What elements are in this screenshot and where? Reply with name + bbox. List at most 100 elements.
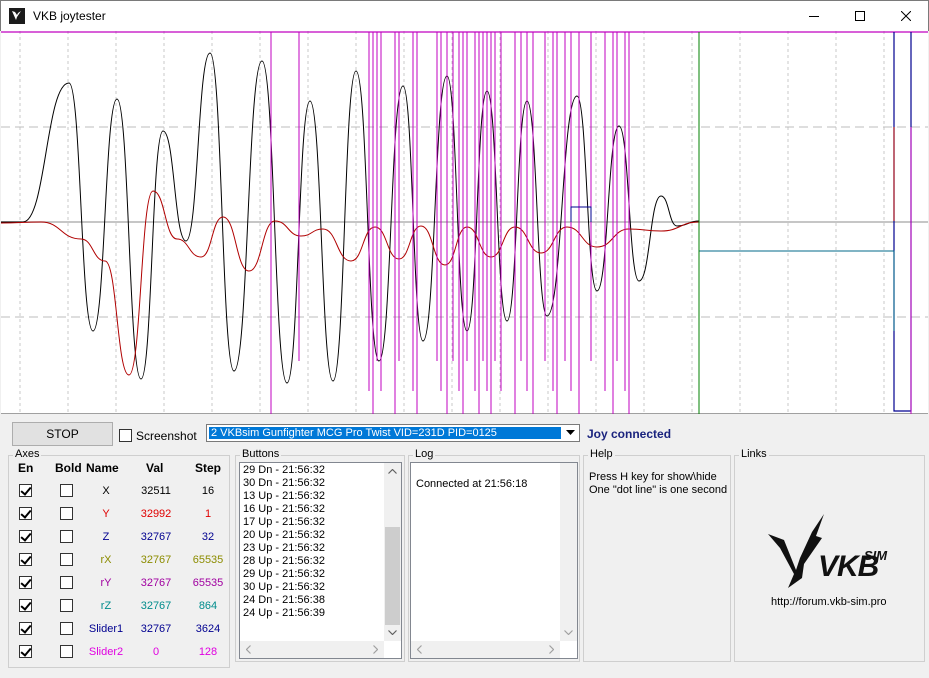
chevron-right-icon	[373, 645, 378, 654]
button-event-line: 13 Up - 21:56:32	[243, 490, 325, 502]
vkb-logo[interactable]: VKB SIM	[766, 512, 896, 592]
axes-plot	[0, 31, 928, 414]
maximize-icon	[855, 11, 865, 21]
axis-value: 32992	[140, 508, 172, 520]
device-select-value: 2 VKBsim Gunfighter MCG Pro Twist VID=23…	[208, 426, 562, 440]
connection-status: Joy connected	[587, 427, 672, 441]
button-event-line: 30 Dn - 21:56:32	[243, 477, 325, 489]
axis-value: 32767	[140, 600, 172, 612]
help-line-1: Press H key for show\hide	[589, 471, 717, 483]
axis-bold-checkbox[interactable]	[60, 507, 73, 520]
chevron-down-icon	[566, 430, 575, 435]
chevron-right-icon	[549, 645, 554, 654]
chevron-down-icon	[388, 630, 397, 635]
axis-step: 65535	[192, 554, 224, 566]
forum-link[interactable]: http://forum.vkb-sim.pro	[771, 596, 887, 608]
axis-enable-checkbox[interactable]	[19, 530, 32, 543]
button-event-line: 24 Dn - 21:56:38	[243, 594, 325, 606]
axis-bold-checkbox[interactable]	[60, 645, 73, 658]
button-event-line: 23 Up - 21:56:32	[243, 542, 325, 554]
y-axis-trace	[0, 190, 700, 376]
axis-name: Y	[102, 508, 110, 520]
axis-bold-checkbox[interactable]	[60, 553, 73, 566]
axes-header-val: Val	[146, 461, 164, 475]
axis-step: 16	[201, 485, 215, 497]
x-axis-trace	[1, 52, 700, 384]
axes-group-title: Axes	[13, 448, 42, 460]
axis-value: 32767	[140, 531, 172, 543]
window-title: VKB joytester	[33, 9, 106, 23]
log-vertical-scrollbar[interactable]	[560, 463, 577, 641]
buttons-group-title: Buttons	[240, 448, 282, 460]
axis-bold-checkbox[interactable]	[60, 599, 73, 612]
button-event-line: 17 Up - 21:56:32	[243, 516, 325, 528]
axis-value: 32767	[140, 554, 172, 566]
axis-step: 1	[204, 508, 212, 520]
plot-traces	[0, 31, 928, 414]
axis-bold-checkbox[interactable]	[60, 576, 73, 589]
screenshot-label: Screenshot	[136, 429, 197, 443]
vkb-logo-sub-text: SIM	[864, 548, 888, 563]
axis-step: 864	[198, 600, 218, 612]
button-event-line: 29 Dn - 21:56:32	[243, 464, 325, 476]
axis-enable-checkbox[interactable]	[19, 553, 32, 566]
chevron-up-icon	[388, 469, 397, 474]
minimize-button[interactable]	[791, 1, 837, 31]
axis-step: 128	[198, 646, 218, 658]
axis-step: 65535	[192, 577, 224, 589]
close-button[interactable]	[883, 1, 929, 31]
device-select-dropdown[interactable]	[562, 425, 579, 441]
axis-bold-checkbox[interactable]	[60, 530, 73, 543]
axis-enable-checkbox[interactable]	[19, 576, 32, 589]
vkb-app-icon	[9, 8, 25, 24]
plot-grid	[1, 31, 928, 414]
axis-name: Slider2	[88, 646, 124, 658]
axis-enable-checkbox[interactable]	[19, 622, 32, 635]
axis-value: 32511	[141, 485, 171, 497]
button-event-line: 29 Up - 21:56:32	[243, 568, 325, 580]
axis-bold-checkbox[interactable]	[60, 622, 73, 635]
plot-canvas	[0, 31, 928, 414]
stop-button[interactable]: STOP	[12, 422, 113, 446]
axis-step: 3624	[195, 623, 221, 635]
help-group-title: Help	[588, 448, 615, 460]
help-line-2: One "dot line" is one second	[589, 484, 728, 496]
button-event-line: 20 Up - 21:56:32	[243, 529, 325, 541]
device-select[interactable]: 2 VKBsim Gunfighter MCG Pro Twist VID=23…	[206, 424, 580, 442]
links-group-title: Links	[739, 448, 769, 460]
buttons-scroll-thumb[interactable]	[385, 527, 400, 625]
rz-axis-trace	[699, 250, 895, 331]
axis-name: rZ	[100, 600, 112, 612]
axis-bold-checkbox[interactable]	[60, 484, 73, 497]
buttons-listbox[interactable]: 29 Dn - 21:56:32 30 Dn - 21:56:32 13 Up - …	[239, 462, 402, 659]
axis-enable-checkbox[interactable]	[19, 484, 32, 497]
log-listbox[interactable]: Connected at 21:56:18	[410, 462, 578, 659]
axis-name: X	[102, 485, 110, 497]
axis-value: 32767	[140, 577, 172, 589]
axis-name: Slider1	[88, 623, 124, 635]
button-event-line: 24 Up - 21:56:39	[243, 607, 325, 619]
axis-enable-checkbox[interactable]	[19, 599, 32, 612]
chevron-left-icon	[417, 645, 422, 654]
axis-value: 32767	[140, 623, 172, 635]
minimize-icon	[809, 16, 819, 17]
axes-header-name: Name	[86, 461, 119, 475]
buttons-vertical-scrollbar[interactable]	[384, 463, 401, 641]
axis-enable-checkbox[interactable]	[19, 507, 32, 520]
buttons-horizontal-scrollbar[interactable]	[240, 641, 384, 658]
title-bar: VKB joytester	[0, 0, 929, 31]
log-horizontal-scrollbar[interactable]	[411, 641, 560, 658]
chevron-left-icon	[246, 645, 251, 654]
axes-header-en: En	[18, 461, 34, 475]
chevron-down-icon	[564, 630, 573, 635]
maximize-button[interactable]	[837, 1, 883, 31]
button-event-line: 30 Up - 21:56:32	[243, 581, 325, 593]
axis-value: 0	[152, 646, 160, 658]
axis-name: rX	[100, 554, 112, 566]
axis-enable-checkbox[interactable]	[19, 645, 32, 658]
screenshot-checkbox[interactable]	[119, 429, 132, 442]
axis-name: Z	[102, 531, 110, 543]
button-event-line: 28 Up - 21:56:32	[243, 555, 325, 567]
close-icon	[901, 11, 911, 21]
axes-header-step: Step	[195, 461, 222, 475]
